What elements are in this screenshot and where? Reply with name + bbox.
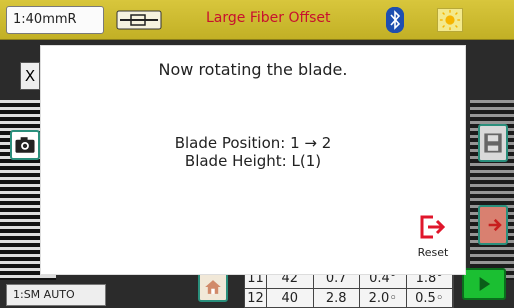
blade-rotation-dialog: Now rotating the blade. Blade Position: … <box>41 46 465 274</box>
blade-position-text: Blade Position: 1 → 2 <box>174 134 332 152</box>
table-row: 12 40 2.8 2.0◦ 0.5◦ <box>245 289 453 308</box>
fiber-holder-icon <box>116 10 162 30</box>
pressure-readout: 1:40mmR <box>6 6 104 34</box>
camera-icon[interactable] <box>10 130 40 160</box>
brightness-icon[interactable] <box>437 8 463 32</box>
splice-mode[interactable]: 1:SM AUTO <box>6 284 106 306</box>
results-table: 11 42 0.7 0.4° 1.8° 12 40 2.8 2.0◦ 0.5◦ <box>244 268 454 308</box>
next-icon[interactable] <box>478 205 508 245</box>
close-button[interactable]: X <box>20 62 40 90</box>
dialog-title: Now rotating the blade. <box>158 60 348 79</box>
table-cell: 40 <box>267 289 314 308</box>
status-bar: 1:40mmR Large Fiber Offset <box>0 0 514 40</box>
home-icon[interactable] <box>198 272 228 302</box>
table-cell: 2.0◦ <box>360 289 407 308</box>
reset-button[interactable]: Reset <box>411 208 455 264</box>
bluetooth-icon <box>386 7 404 33</box>
start-icon[interactable] <box>462 268 506 300</box>
blade-height-text: Blade Height: L(1) <box>184 152 322 170</box>
exit-icon <box>420 215 446 239</box>
screen-title: Large Fiber Offset <box>206 10 331 26</box>
table-cell: 2.8 <box>314 289 360 308</box>
reset-label: Reset <box>417 246 449 259</box>
table-cell: 0.5◦ <box>407 289 453 308</box>
table-cell: 12 <box>245 289 267 308</box>
save-icon[interactable] <box>478 124 508 162</box>
